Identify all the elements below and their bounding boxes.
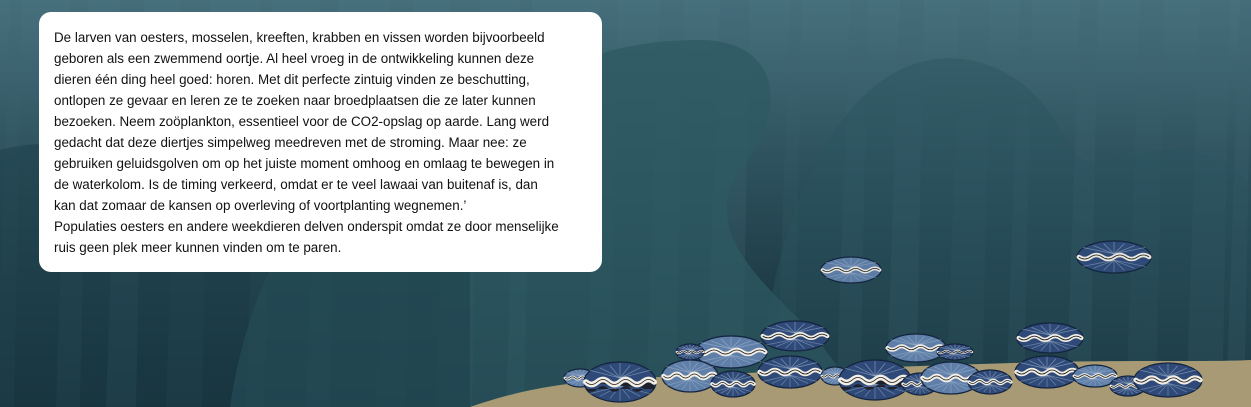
oyster-icon <box>1076 240 1152 274</box>
oyster-icon <box>757 355 823 389</box>
info-paragraph: De larven van oesters, mosselen, kreefte… <box>54 30 559 255</box>
oyster-icon <box>967 369 1013 395</box>
oyster-icon <box>820 256 882 284</box>
oyster-icon <box>710 370 756 398</box>
info-text-card: De larven van oesters, mosselen, kreefte… <box>39 12 602 272</box>
oyster-icon <box>675 343 705 361</box>
oyster-icon <box>885 333 947 363</box>
oyster-icon <box>1133 362 1203 398</box>
oyster-icon <box>838 359 912 401</box>
oyster-icon <box>936 343 974 361</box>
oyster-icon <box>583 361 657 403</box>
oyster-icon <box>1014 355 1080 389</box>
oyster-icon <box>661 359 719 393</box>
oyster-icon <box>760 320 830 352</box>
oyster-icon <box>1016 322 1084 354</box>
